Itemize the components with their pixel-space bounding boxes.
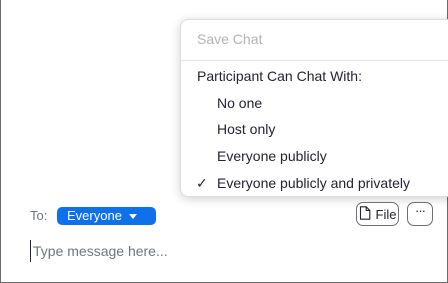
chat-permission-option-everyone-publicly[interactable]: Everyone publicly — [217, 147, 448, 165]
chat-settings-menu: Save Chat Participant Can Chat With: No … — [180, 19, 448, 197]
checkmark-icon: ✓ — [196, 175, 208, 191]
chat-permission-option-no-one[interactable]: No one — [217, 94, 448, 112]
message-input[interactable] — [30, 240, 433, 262]
file-button[interactable]: File — [356, 202, 399, 226]
menu-divider — [181, 60, 448, 61]
more-icon: ··· — [415, 203, 426, 218]
chat-permission-option-everyone-publicly-and-privately[interactable]: Everyone publicly and privately — [217, 174, 448, 192]
chat-panel: Save Chat Participant Can Chat With: No … — [0, 0, 448, 283]
recipient-value: Everyone — [67, 208, 122, 223]
to-label: To: — [30, 208, 48, 223]
recipient-dropdown[interactable]: Everyone — [57, 207, 156, 225]
chat-permission-option-host-only[interactable]: Host only — [217, 120, 448, 138]
file-button-label: File — [375, 206, 397, 222]
more-options-button[interactable]: ··· — [407, 202, 433, 226]
participant-chat-permission-header: Participant Can Chat With: — [197, 68, 362, 84]
file-icon — [359, 205, 371, 223]
caret-down-icon — [128, 213, 137, 219]
save-chat-menu-item: Save Chat — [197, 31, 263, 47]
